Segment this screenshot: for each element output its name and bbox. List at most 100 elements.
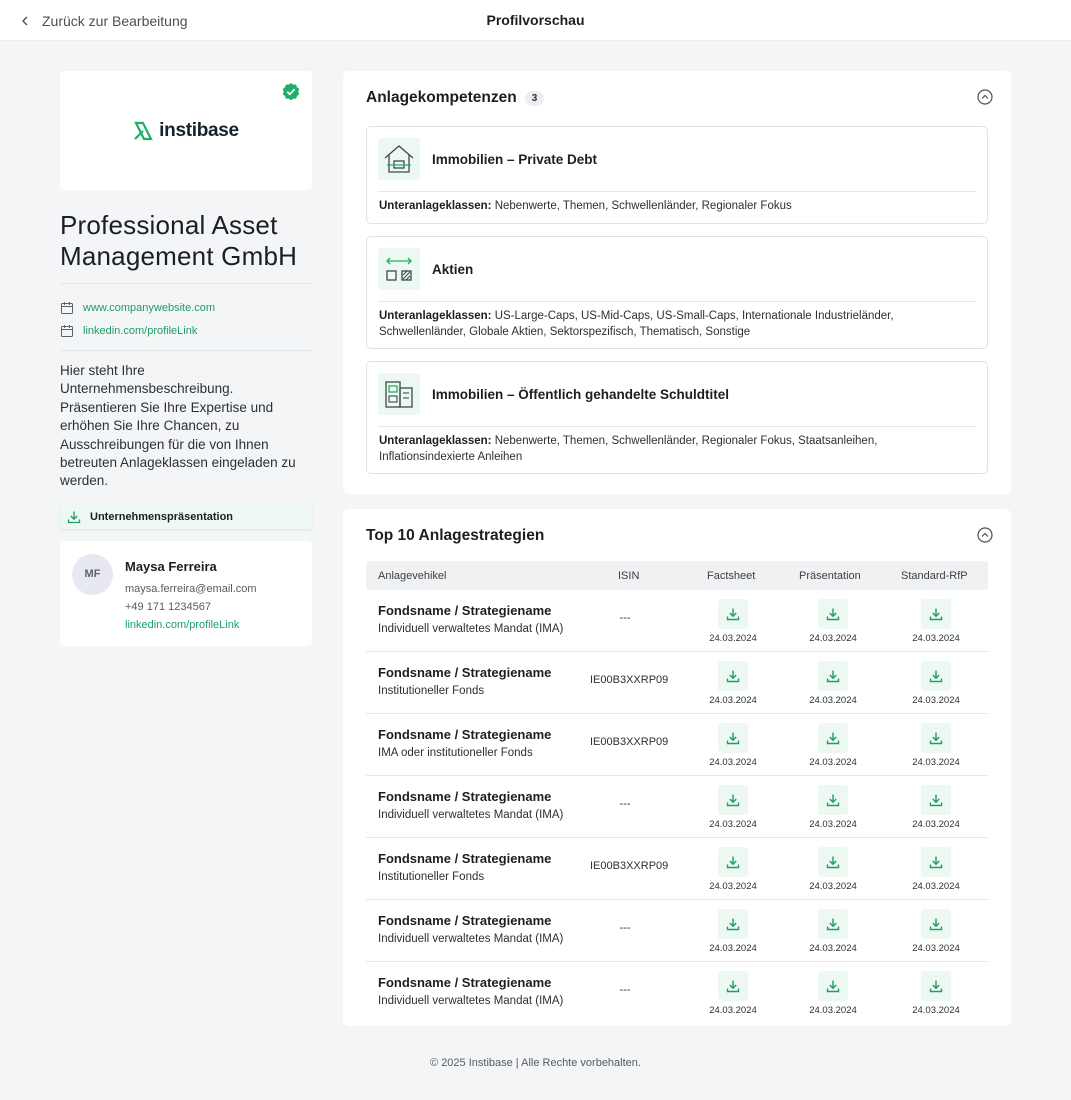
collapse-chevron-up-icon[interactable] [977, 89, 993, 105]
download-icon [826, 731, 840, 745]
table-row: Fondsname / Strategiename Institutionell… [366, 652, 988, 714]
fund-type: Institutioneller Fonds [378, 685, 485, 697]
fund-name[interactable]: Fondsname / Strategiename [378, 603, 551, 618]
standard-rfp-download-date: 24.03.2024 [912, 695, 960, 706]
divider [60, 350, 312, 351]
factsheet-download: 24.03.2024 [698, 847, 768, 892]
presentation-download-date: 24.03.2024 [809, 943, 857, 954]
factsheet-download-button[interactable] [718, 723, 748, 753]
building-icon [378, 373, 420, 415]
company-presentation-label: Unternehmenspräsentation [90, 510, 234, 523]
competency-header: Immobilien – Öffentlich gehandelte Schul… [378, 373, 729, 415]
table-row: Fondsname / Strategiename Institutionell… [366, 838, 988, 900]
presentation-download-button[interactable] [818, 909, 848, 939]
contact-info: Maysa Ferreira maysa.ferreira@email.com … [125, 559, 257, 634]
download-icon [929, 793, 943, 807]
standard-rfp-download-button[interactable] [921, 971, 951, 1001]
factsheet-download-button[interactable] [718, 661, 748, 691]
factsheet-download: 24.03.2024 [698, 909, 768, 954]
competencies-card: Anlagekompetenzen 3 Immobilien – Private… [343, 71, 1011, 494]
company-description: Hier steht Ihre Unternehmensbeschreibung… [60, 363, 296, 489]
logo-wordmark: instibase [159, 119, 239, 141]
standard-rfp-download-button[interactable] [921, 785, 951, 815]
subclasses-label: Unteranlageklassen: [379, 435, 492, 447]
standard-rfp-download-button[interactable] [921, 723, 951, 753]
contact-card: MF Maysa Ferreira maysa.ferreira@email.c… [60, 540, 312, 646]
subclasses-value: Nebenwerte, Themen, Schwellenländer, Reg… [494, 200, 792, 212]
table-row: Fondsname / Strategiename IMA oder insti… [366, 714, 988, 776]
competencies-title: Anlagekompetenzen [366, 89, 517, 106]
company-presentation-download-button[interactable]: Unternehmenspräsentation [60, 504, 312, 529]
factsheet-download-date: 24.03.2024 [709, 943, 757, 954]
factsheet-download: 24.03.2024 [698, 599, 768, 644]
website-link[interactable]: www.companywebsite.com [60, 296, 312, 319]
column-header-isin: ISIN [618, 570, 640, 582]
download-icon [929, 979, 943, 993]
divider [378, 191, 976, 192]
fund-name[interactable]: Fondsname / Strategiename [378, 665, 551, 680]
presentation-download-button[interactable] [818, 971, 848, 1001]
download-icon [826, 607, 840, 621]
calendar-icon [61, 301, 73, 314]
table-header: Anlagevehikel ISIN Factsheet Präsentatio… [366, 561, 988, 590]
linkedin-link[interactable]: linkedin.com/profileLink [60, 319, 312, 342]
isin-value: --- [619, 798, 631, 810]
factsheet-download-button[interactable] [718, 909, 748, 939]
isin-value: IE00B3XXRP09 [590, 674, 669, 686]
profile-sidebar: instibase Professional Asset Management … [60, 71, 312, 646]
fund-name[interactable]: Fondsname / Strategiename [378, 975, 551, 990]
divider [378, 301, 976, 302]
standard-rfp-download-button[interactable] [921, 847, 951, 877]
standard-rfp-download-button[interactable] [921, 661, 951, 691]
standard-rfp-download-button[interactable] [921, 599, 951, 629]
download-icon [929, 855, 943, 869]
fund-type: IMA oder institutioneller Fonds [378, 747, 533, 759]
contact-email[interactable]: maysa.ferreira@email.com [125, 580, 257, 598]
download-icon [726, 855, 740, 869]
standard-rfp-download-date: 24.03.2024 [912, 819, 960, 830]
download-icon [826, 917, 840, 931]
strategies-table: Anlagevehikel ISIN Factsheet Präsentatio… [366, 561, 988, 1024]
presentation-download-button[interactable] [818, 723, 848, 753]
strategies-header: Top 10 Anlagestrategien [366, 527, 544, 545]
competency-header: Aktien [378, 248, 473, 290]
factsheet-download-button[interactable] [718, 971, 748, 1001]
fund-name[interactable]: Fondsname / Strategiename [378, 727, 551, 742]
competencies-count-badge: 3 [524, 90, 545, 106]
download-icon [726, 669, 740, 683]
factsheet-download: 24.03.2024 [698, 723, 768, 768]
footer-copyright: © 2025 Instibase | Alle Rechte vorbehalt… [430, 1057, 641, 1069]
competency-item: Immobilien – Private Debt Unteranlagekla… [366, 126, 988, 224]
presentation-download-button[interactable] [818, 785, 848, 815]
standard-rfp-download: 24.03.2024 [901, 971, 971, 1016]
download-icon [67, 511, 81, 523]
competency-header: Immobilien – Private Debt [378, 138, 597, 180]
fund-name[interactable]: Fondsname / Strategiename [378, 851, 551, 866]
factsheet-download-button[interactable] [718, 599, 748, 629]
house-icon [378, 138, 420, 180]
standard-rfp-download: 24.03.2024 [901, 661, 971, 706]
factsheet-download-button[interactable] [718, 847, 748, 877]
download-icon [826, 793, 840, 807]
column-header-standard-rfp: Standard-RfP [901, 570, 968, 582]
presentation-download-button[interactable] [818, 847, 848, 877]
logo-card: instibase [60, 71, 312, 190]
presentation-download-button[interactable] [818, 599, 848, 629]
competencies-header: Anlagekompetenzen 3 [366, 89, 545, 107]
presentation-download-button[interactable] [818, 661, 848, 691]
exchange-icon [378, 248, 420, 290]
factsheet-download-button[interactable] [718, 785, 748, 815]
table-row: Fondsname / Strategiename Individuell ve… [366, 900, 988, 962]
collapse-chevron-up-icon[interactable] [977, 527, 993, 543]
standard-rfp-download-date: 24.03.2024 [912, 881, 960, 892]
standard-rfp-download-button[interactable] [921, 909, 951, 939]
fund-type: Individuell verwaltetes Mandat (IMA) [378, 623, 564, 635]
linkedin-link-text: linkedin.com/profileLink [83, 324, 198, 337]
competency-item: Immobilien – Öffentlich gehandelte Schul… [366, 361, 988, 474]
fund-name[interactable]: Fondsname / Strategiename [378, 913, 551, 928]
download-icon [929, 669, 943, 683]
fund-name[interactable]: Fondsname / Strategiename [378, 789, 551, 804]
contact-linkedin-link[interactable]: linkedin.com/profileLink [125, 616, 257, 634]
presentation-download-date: 24.03.2024 [809, 819, 857, 830]
download-icon [726, 731, 740, 745]
